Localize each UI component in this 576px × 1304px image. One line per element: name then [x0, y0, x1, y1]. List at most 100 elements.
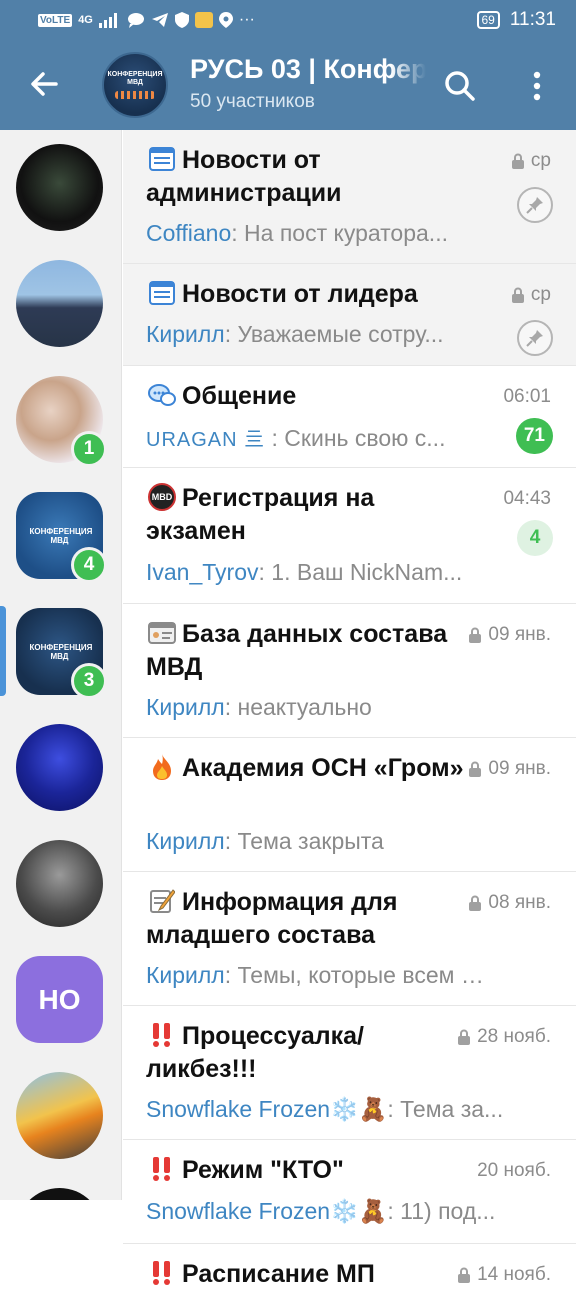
app-notification-icon	[194, 12, 213, 28]
topic-item[interactable]: Академия ОСН «Гром» 09 янв. Кирилл: Тема…	[123, 738, 576, 872]
unread-count-badge: 71	[515, 418, 553, 454]
topic-title: Новости от администрации	[146, 146, 342, 207]
status-time: 11:31	[509, 9, 556, 30]
avatar	[16, 840, 103, 927]
topic-title: Режим "КТО"	[182, 1156, 344, 1184]
avatar	[16, 144, 103, 231]
status-right: 69 11:31	[476, 9, 556, 31]
topic-sender: Кирилл	[146, 694, 225, 720]
topic-time: ср	[511, 284, 551, 306]
topic-item[interactable]: Процессуалка/ ликбез!!! 28 нояб. Snowfla…	[123, 1006, 576, 1140]
signal-icon	[98, 13, 117, 28]
search-icon	[445, 71, 475, 101]
sidebar-chat-8[interactable]: НО	[16, 956, 103, 1043]
network-indicator: 4G	[78, 14, 93, 26]
garland-decoration	[115, 91, 155, 99]
topic-title: Регистрация на экзамен	[146, 484, 375, 545]
pinned-badge	[517, 320, 553, 356]
chat-sidebar: 1 КОНФЕРЕНЦИЯ МВД 4 КОНФЕРЕНЦИЯ МВД 3 НО	[0, 130, 122, 1275]
avatar-caption: КОНФЕРЕНЦИЯ МВД	[29, 526, 93, 545]
topic-time: 09 янв.	[468, 758, 551, 780]
telegram-notification-icon	[151, 13, 168, 27]
lock-icon	[458, 1267, 471, 1283]
topic-item[interactable]: Режим "КТО" 20 нояб. Snowflake Frozen❄️🧸…	[123, 1140, 576, 1244]
battery-icon: 69	[476, 11, 500, 29]
shield-notification-icon	[174, 12, 189, 28]
avatar-caption: КОНФЕРЕНЦИЯ МВД	[29, 642, 93, 661]
topic-item[interactable]: Расписание МП 14 нояб.	[123, 1244, 576, 1304]
topic-preview: Snowflake Frozen❄️🧸: Тема за...	[146, 1096, 504, 1122]
topic-item[interactable]: MBD Регистрация на экзамен 04:43 Ivan_Ty…	[123, 468, 576, 604]
topic-preview: Snowflake Frozen❄️🧸: 11) под...	[146, 1198, 496, 1224]
topic-time: 08 янв.	[468, 892, 551, 914]
location-icon	[218, 12, 233, 28]
sidebar-chat-6[interactable]	[16, 724, 103, 811]
unread-count-badge: 4	[517, 520, 553, 556]
topic-preview: Кирилл: Тема закрыта	[146, 828, 384, 854]
status-bar: VoLTE 4G ··· 69 11:31	[0, 0, 576, 40]
topic-preview: Coffiano: На пост куратора...	[146, 220, 448, 246]
lock-icon	[458, 1029, 471, 1045]
sidebar-chat-3[interactable]: 1	[16, 376, 107, 467]
sidebar-chat-4[interactable]: КОНФЕРЕНЦИЯ МВД 4	[16, 492, 107, 583]
group-avatar[interactable]: КОНФЕРЕНЦИЯ МВД	[102, 52, 168, 118]
topic-sender: Snowflake Frozen❄️🧸	[146, 1198, 388, 1224]
sidebar-chat-5[interactable]: КОНФЕРЕНЦИЯ МВД 3	[16, 608, 107, 699]
pinned-badge	[517, 187, 553, 223]
topic-title: Академия ОСН «Гром»	[182, 754, 464, 782]
sidebar-chat-9[interactable]	[16, 1072, 103, 1159]
sidebar-bottom	[0, 1200, 122, 1280]
back-button[interactable]	[26, 64, 66, 104]
topic-item[interactable]: База данных состава МВД 09 янв. Кирилл: …	[123, 604, 576, 738]
topic-time: 28 нояб.	[457, 1026, 551, 1048]
topic-preview: Кирилл: неактуально	[146, 694, 372, 720]
volte-indicator: VoLTE	[38, 13, 73, 27]
topic-sender: Кирилл	[146, 828, 225, 854]
topic-item[interactable]: Общение 06:01 URAGAN 亖 : Скинь свою с...…	[123, 366, 576, 468]
avatar: НО	[16, 956, 103, 1043]
more-notifications-icon: ···	[238, 11, 255, 28]
topic-sender: Snowflake Frozen❄️🧸	[146, 1096, 388, 1122]
topic-sender: URAGAN 亖	[146, 429, 266, 451]
avatar	[16, 724, 103, 811]
lock-icon	[511, 287, 524, 303]
more-vertical-icon	[533, 71, 541, 101]
topic-time: 09 янв.	[468, 624, 551, 646]
unread-badge: 4	[71, 547, 107, 583]
active-chat-indicator	[0, 606, 6, 696]
back-arrow-icon	[31, 72, 58, 96]
topic-item[interactable]: Новости от лидера ср Кирилл: Уважаемые с…	[123, 264, 576, 366]
topic-item[interactable]: Новости от администрации ср Coffiano: На…	[123, 130, 576, 264]
topic-title: Процессуалка/ ликбез!!!	[146, 1022, 364, 1083]
avatar	[16, 260, 103, 347]
topic-sender: Кирилл	[146, 962, 225, 988]
topic-title: Расписание МП	[182, 1260, 375, 1288]
topic-title: Общение	[182, 382, 297, 410]
search-button[interactable]	[440, 66, 480, 106]
app-bar: КОНФЕРЕНЦИЯ МВД РУСЬ 03 | Конференция МВ…	[0, 40, 576, 130]
pin-icon	[526, 330, 543, 347]
lock-icon	[469, 627, 482, 643]
more-options-button[interactable]	[522, 66, 552, 106]
member-count: 50 участников	[190, 91, 315, 112]
sidebar-chat-1[interactable]	[16, 144, 103, 231]
sidebar-chat-2[interactable]	[16, 260, 103, 347]
page-title[interactable]: РУСЬ 03 | Конференция МВД	[190, 54, 426, 85]
topic-item[interactable]: Информация для младшего состава 08 янв. …	[123, 872, 576, 1006]
sidebar-chat-7[interactable]	[16, 840, 103, 927]
topic-time: 06:01	[503, 386, 551, 407]
lock-icon	[511, 153, 524, 169]
topic-time: 04:43	[503, 488, 551, 509]
topic-title: База данных состава МВД	[146, 620, 448, 681]
topic-sender: Coffiano	[146, 220, 232, 246]
topic-sender: Ivan_Tyrov	[146, 559, 259, 585]
topic-list: Новости от администрации ср Coffiano: На…	[123, 130, 576, 1304]
unread-badge: 1	[71, 431, 107, 467]
topic-title: Информация для младшего состава	[146, 888, 398, 949]
avatar	[16, 1072, 103, 1159]
topic-preview: Ivan_Tyrov: 1. Ваш NickNam...	[146, 559, 463, 585]
lock-icon	[469, 761, 482, 777]
topic-time: ср	[511, 150, 551, 172]
unread-badge: 3	[71, 663, 107, 699]
topic-title: Новости от лидера	[182, 280, 418, 308]
